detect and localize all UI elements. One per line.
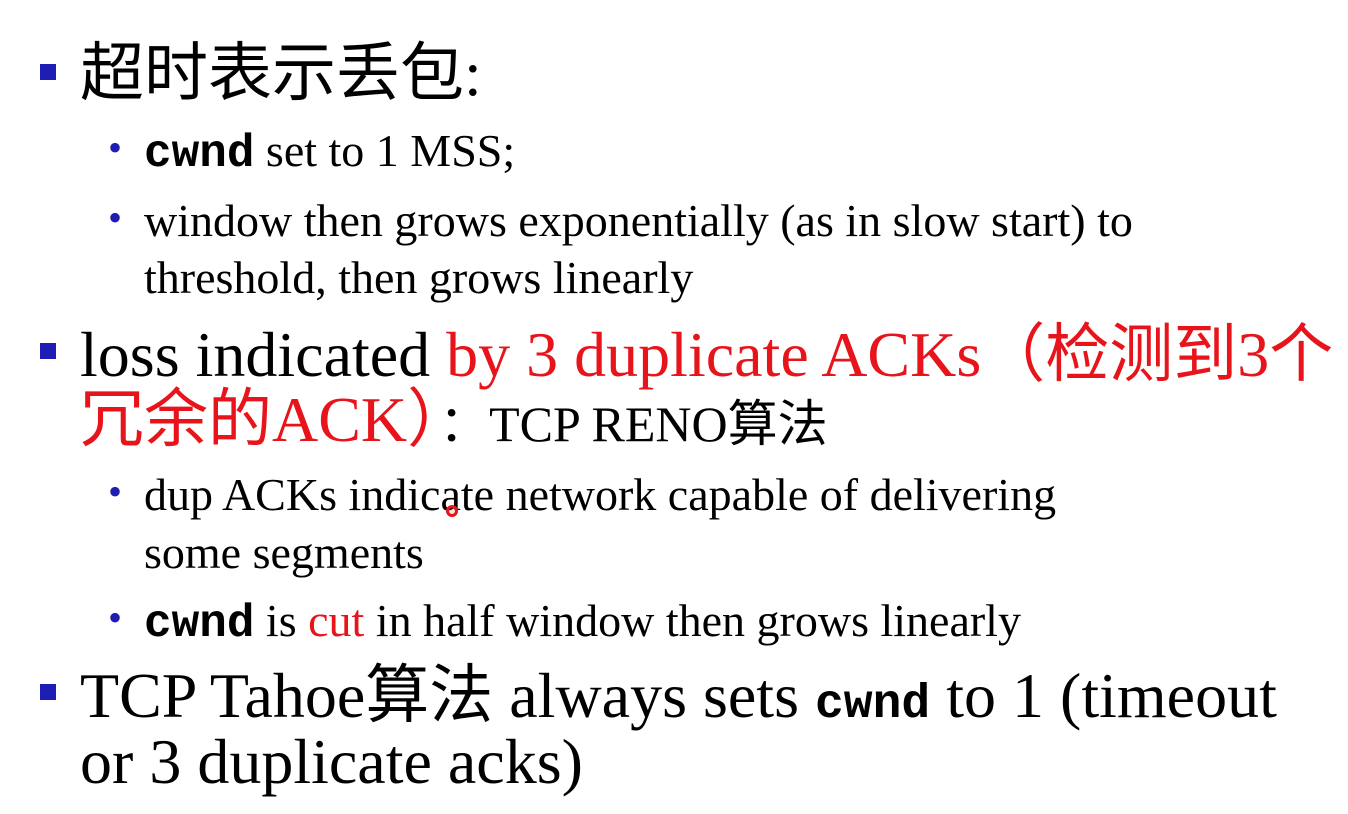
code-cwnd: cwnd xyxy=(815,678,931,732)
subbullet-2-1-line-1: dup ACKs indicate network capable of del… xyxy=(144,472,1056,518)
subbullet-1-2-text-2: threshold, then grows linearly xyxy=(144,252,694,303)
subbullet-2-2-red: cut xyxy=(308,595,365,646)
bullet-2-red-2: 冗余的ACK） xyxy=(80,384,440,455)
subbullet-2-1-text-2: some segments xyxy=(144,527,424,578)
code-cwnd: cwnd xyxy=(144,128,255,180)
subbullet-1-2-line-2: threshold, then grows linearly xyxy=(144,255,693,301)
bullet-1-text: 超时表示丢包: xyxy=(80,42,482,106)
bullet-square-icon xyxy=(40,343,56,359)
bullet-square-icon xyxy=(40,64,56,80)
bullet-2-line-1: loss indicated by 3 duplicate ACKs（检测到3个 xyxy=(80,323,1333,387)
bullet-dot-icon: • xyxy=(108,125,123,170)
subbullet-1-2-text-1: window then grows exponentially (as in s… xyxy=(144,195,1133,246)
bullet-dot-icon: • xyxy=(108,469,123,514)
bullet-2-red-1: by 3 duplicate ACKs（检测到3个 xyxy=(446,319,1334,390)
bullet-2-post: ：TCP RENO算法 xyxy=(439,396,828,452)
subbullet-2-1-line-2: some segments xyxy=(144,530,424,576)
bullet-dot-icon: • xyxy=(108,195,123,240)
bullet-3-post: to 1 (timeout xyxy=(930,660,1277,731)
bullet-3-line-1: TCP Tahoe算法 always sets cwnd to 1 (timeo… xyxy=(80,664,1277,732)
subbullet-2-2: cwnd is cut in half window then grows li… xyxy=(144,595,1021,650)
bullet-3-text-2: or 3 duplicate acks) xyxy=(80,726,583,797)
cursor-pointer-icon xyxy=(446,505,458,517)
subbullet-1-1-text: set to 1 MSS; xyxy=(254,125,516,176)
bullet-3-line-2: or 3 duplicate acks) xyxy=(80,730,583,794)
subbullet-2-2-mid-1: is xyxy=(254,595,309,646)
code-cwnd: cwnd xyxy=(144,598,255,650)
subbullet-2-1-text-1: dup ACKs indicate network capable of del… xyxy=(144,469,1057,520)
bullet-1-label: 超时表示丢包: xyxy=(80,38,482,109)
bullet-2-line-2: 冗余的ACK）：TCP RENO算法 xyxy=(80,388,828,452)
subbullet-2-2-mid-2: in half window then grows linearly xyxy=(364,595,1021,646)
bullet-2-pre: loss indicated xyxy=(80,319,447,390)
bullet-square-icon xyxy=(40,684,56,700)
bullet-dot-icon: • xyxy=(108,595,123,640)
subbullet-1-2-line-1: window then grows exponentially (as in s… xyxy=(144,198,1133,244)
bullet-3-pre: TCP Tahoe算法 always sets xyxy=(80,660,815,731)
subbullet-1-1: cwnd set to 1 MSS; xyxy=(144,125,516,180)
